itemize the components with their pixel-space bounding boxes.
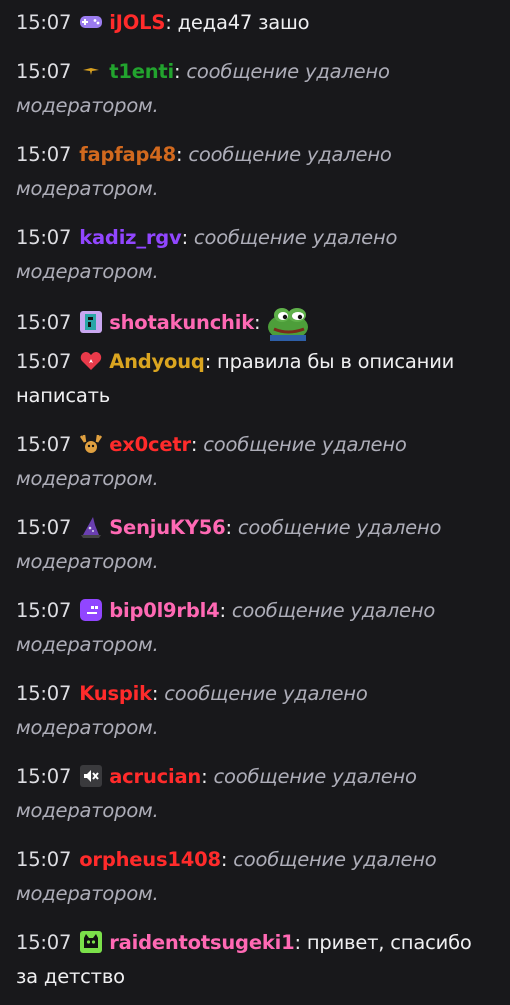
chat-message: 15:07 bip0l9rbl4: сообщение удалено модер… xyxy=(16,594,494,662)
username[interactable]: bip0l9rbl4 xyxy=(109,599,219,622)
chat-message: 15:07 orpheus1408: сообщение удалено моде… xyxy=(16,843,494,911)
chat-message: 15:07 kadiz_rgv: сообщение удалено модера… xyxy=(16,221,494,289)
chat-message: 15:07 acrucian: сообщение удалено модерат… xyxy=(16,760,494,828)
deleted-message-text: сообщение удалено модератором. xyxy=(16,143,392,200)
purple-blob-icon[interactable] xyxy=(79,598,103,622)
timestamp: 15:07 xyxy=(16,765,72,788)
deleted-message-text: сообщение удалено модератором. xyxy=(16,433,407,490)
chat-message: 15:07 t1enti: сообщение удалено модератор… xyxy=(16,55,494,123)
timestamp: 15:07 xyxy=(16,311,72,334)
username[interactable]: ex0cetr xyxy=(109,433,191,456)
username[interactable]: Kuspik xyxy=(79,682,152,705)
deleted-message-text: сообщение удалено модератором. xyxy=(16,226,398,283)
username[interactable]: fapfap48 xyxy=(79,143,176,166)
timestamp: 15:07 xyxy=(16,226,72,249)
chat-message: 15:07 fapfap48: сообщение удалено модерат… xyxy=(16,138,494,206)
username[interactable]: SenjuKY56 xyxy=(109,516,225,539)
username[interactable]: t1enti xyxy=(109,60,174,83)
heart-icon[interactable] xyxy=(79,349,103,373)
timestamp: 15:07 xyxy=(16,433,72,456)
chat-message: 15:07 ex0cetr: сообщение удалено модерато… xyxy=(16,428,494,496)
username[interactable]: Andyouq xyxy=(109,350,205,373)
deleted-message-text: сообщение удалено модератором. xyxy=(16,60,390,117)
timestamp: 15:07 xyxy=(16,516,72,539)
pixel-character-icon[interactable] xyxy=(79,310,103,334)
deleted-message-text: сообщение удалено модератором. xyxy=(16,765,417,822)
chat-message: 15:07 iJOLS: деда47 зашо xyxy=(16,6,494,40)
pepe-emote[interactable] xyxy=(264,301,314,341)
timestamp: 15:07 xyxy=(16,931,72,954)
chat-message: 15:07 raidentotsugeki1: привет, спасибо з… xyxy=(16,926,494,994)
username[interactable]: raidentotsugeki1 xyxy=(109,931,294,954)
timestamp: 15:07 xyxy=(16,350,72,373)
username[interactable]: iJOLS xyxy=(109,11,165,34)
chat-log: 15:07 iJOLS: деда47 зашо 15:07 t1enti: соо… xyxy=(0,6,494,994)
chat-message: 15:07 shotakunchik: xyxy=(16,301,494,341)
wizard-hat-icon[interactable] xyxy=(79,515,103,539)
timestamp: 15:07 xyxy=(16,143,72,166)
timestamp: 15:07 xyxy=(16,60,72,83)
green-cat-icon[interactable] xyxy=(79,930,103,954)
timestamp: 15:07 xyxy=(16,599,72,622)
username[interactable]: acrucian xyxy=(109,765,201,788)
separator: : xyxy=(254,311,261,334)
username[interactable]: kadiz_rgv xyxy=(79,226,182,249)
message-text: деда47 зашо xyxy=(171,11,310,34)
timestamp: 15:07 xyxy=(16,848,72,871)
chat-message: 15:07 Kuspik: сообщение удалено модератор… xyxy=(16,677,494,745)
chat-message: 15:07 SenjuKY56: сообщение удалено модера… xyxy=(16,511,494,579)
gamepad-icon[interactable] xyxy=(79,10,103,34)
timestamp: 15:07 xyxy=(16,11,72,34)
chat-message: 15:07 Andyouq: правила бы в описании напи… xyxy=(16,345,494,413)
timestamp: 15:07 xyxy=(16,682,72,705)
username[interactable]: shotakunchik xyxy=(109,311,254,334)
antler-icon[interactable] xyxy=(79,432,103,456)
bird-icon[interactable] xyxy=(79,59,103,83)
muted-speaker-icon[interactable] xyxy=(79,764,103,788)
username[interactable]: orpheus1408 xyxy=(79,848,221,871)
